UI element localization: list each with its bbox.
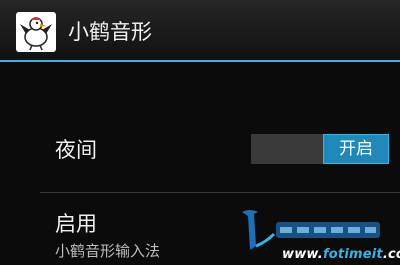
- enable-ime-summary: 小鹤音形输入法: [55, 242, 161, 260]
- night-mode-label: 夜间: [55, 138, 97, 162]
- watermark-logo: [236, 206, 386, 252]
- night-mode-toggle[interactable]: 开启: [251, 134, 389, 164]
- toggle-on-state: 开启: [323, 134, 389, 164]
- list-divider: [40, 192, 400, 193]
- enable-ime-label[interactable]: 启用: [55, 211, 97, 237]
- crane-app-icon[interactable]: [16, 12, 56, 52]
- action-bar: 小鹤音形: [0, 0, 400, 60]
- app-title: 小鹤音形: [68, 20, 152, 44]
- watermark-url: www.fotimeit.com: [282, 247, 400, 262]
